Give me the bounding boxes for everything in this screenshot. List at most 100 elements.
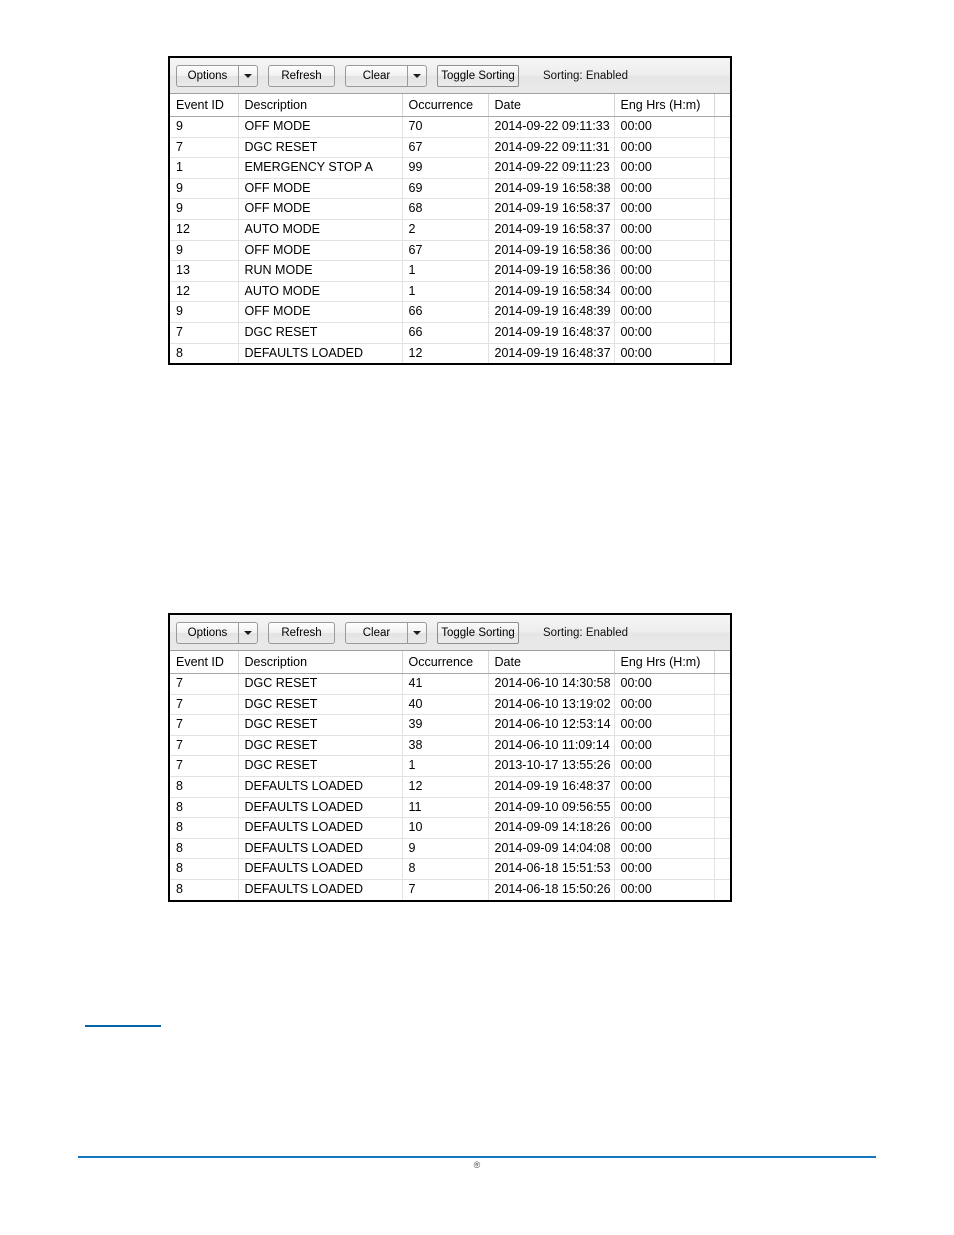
table-row[interactable]: 12 AUTO MODE 1 2014-09-19 16:58:34 00:00 — [170, 281, 730, 303]
table-row[interactable]: 8 DEFAULTS LOADED 7 2014-06-18 15:50:26 00:0… — [170, 879, 730, 900]
cell-description: DEFAULTS LOADED — [238, 797, 403, 819]
cell-eng-hrs: 00:00 — [614, 198, 715, 220]
cell-date: 2014-09-09 14:04:08 — [488, 838, 615, 860]
options-button-1[interactable]: Options — [176, 64, 238, 87]
options-split-button-1[interactable]: Options — [176, 64, 258, 87]
cell-event-id: 9 — [170, 116, 239, 138]
column-header-filler[interactable] — [714, 651, 730, 674]
clear-split-button-2[interactable]: Clear — [345, 621, 427, 644]
cell-event-id: 1 — [170, 157, 239, 179]
options-dropdown-button-2[interactable] — [238, 621, 258, 644]
table-row[interactable]: 8 DEFAULTS LOADED 8 2014-06-18 15:51:53 00:0… — [170, 858, 730, 880]
table-row[interactable]: 7 DGC RESET 66 2014-09-19 16:48:37 00:00 — [170, 322, 730, 344]
cell-eng-hrs: 00:00 — [614, 219, 715, 241]
cell-filler — [714, 714, 730, 736]
cell-description: OFF MODE — [238, 198, 403, 220]
cell-event-id: 7 — [170, 322, 239, 344]
cell-occurrence: 7 — [402, 879, 489, 900]
cell-description: AUTO MODE — [238, 219, 403, 241]
column-header-event-id[interactable]: Event ID — [170, 651, 239, 674]
cell-date: 2014-06-18 15:50:26 — [488, 879, 615, 900]
column-header-eng-hrs[interactable]: Eng Hrs (H:m) — [614, 94, 715, 117]
cell-event-id: 9 — [170, 240, 239, 262]
clear-dropdown-button-2[interactable] — [407, 621, 427, 644]
cell-eng-hrs: 00:00 — [614, 116, 715, 138]
column-header-event-id[interactable]: Event ID — [170, 94, 239, 117]
event-log-toolbar-2: Options Refresh Clear Toggle Sorting Sor… — [170, 615, 730, 651]
options-dropdown-button-1[interactable] — [238, 64, 258, 87]
toggle-sorting-button-1[interactable]: Toggle Sorting — [437, 64, 519, 87]
options-button-2[interactable]: Options — [176, 621, 238, 644]
table-row[interactable]: 8 DEFAULTS LOADED 9 2014-09-09 14:04:08 00:0… — [170, 838, 730, 860]
cell-eng-hrs: 00:00 — [614, 673, 715, 695]
cell-eng-hrs: 00:00 — [614, 735, 715, 757]
table-row[interactable]: 7 DGC RESET 67 2014-09-22 09:11:31 00:00 — [170, 137, 730, 159]
cell-description: DEFAULTS LOADED — [238, 817, 403, 839]
cell-event-id: 7 — [170, 673, 239, 695]
toggle-sorting-button-2[interactable]: Toggle Sorting — [437, 621, 519, 644]
column-header-occurrence[interactable]: Occurrence — [402, 651, 489, 674]
column-header-date[interactable]: Date — [488, 94, 615, 117]
column-header-description[interactable]: Description — [238, 651, 403, 674]
cell-description: OFF MODE — [238, 178, 403, 200]
table-row[interactable]: 8 DEFAULTS LOADED 12 2014-09-19 16:48:37 00:… — [170, 776, 730, 798]
table-row[interactable]: 7 DGC RESET 38 2014-06-10 11:09:14 00:00 — [170, 735, 730, 757]
cell-date: 2014-06-18 15:51:53 — [488, 858, 615, 880]
link-underline-rule[interactable] — [85, 1025, 161, 1027]
cell-eng-hrs: 00:00 — [614, 301, 715, 323]
column-header-eng-hrs[interactable]: Eng Hrs (H:m) — [614, 651, 715, 674]
cell-description: RUN MODE — [238, 260, 403, 282]
column-header-description[interactable]: Description — [238, 94, 403, 117]
table-row[interactable]: 9 OFF MODE 67 2014-09-19 16:58:36 00:00 — [170, 240, 730, 262]
clear-button-1[interactable]: Clear — [345, 64, 407, 87]
table-row[interactable]: 7 DGC RESET 40 2014-06-10 13:19:02 00:00 — [170, 694, 730, 716]
table-row[interactable]: 9 OFF MODE 69 2014-09-19 16:58:38 00:00 — [170, 178, 730, 200]
table-row[interactable]: 1 EMERGENCY STOP A 99 2014-09-22 09:11:23 00… — [170, 157, 730, 179]
cell-occurrence: 12 — [402, 343, 489, 364]
table-row[interactable]: 8 DEFAULTS LOADED 11 2014-09-10 09:56:55 00:… — [170, 797, 730, 819]
table-row[interactable]: 7 DGC RESET 39 2014-06-10 12:53:14 00:00 — [170, 714, 730, 736]
cell-filler — [714, 735, 730, 757]
column-header-occurrence[interactable]: Occurrence — [402, 94, 489, 117]
column-header-filler[interactable] — [714, 94, 730, 117]
cell-occurrence: 69 — [402, 178, 489, 200]
cell-eng-hrs: 00:00 — [614, 714, 715, 736]
table-row[interactable]: 8 DEFAULTS LOADED 10 2014-09-09 14:18:26 00:… — [170, 817, 730, 839]
cell-description: DGC RESET — [238, 714, 403, 736]
cell-filler — [714, 838, 730, 860]
table-row[interactable]: 8 DEFAULTS LOADED 12 2014-09-19 16:48:37 00:… — [170, 343, 730, 364]
clear-button-2[interactable]: Clear — [345, 621, 407, 644]
cell-occurrence: 11 — [402, 797, 489, 819]
cell-date: 2014-06-10 12:53:14 — [488, 714, 615, 736]
table-row[interactable]: 9 OFF MODE 66 2014-09-19 16:48:39 00:00 — [170, 301, 730, 323]
cell-occurrence: 66 — [402, 322, 489, 344]
cell-occurrence: 38 — [402, 735, 489, 757]
options-split-button-2[interactable]: Options — [176, 621, 258, 644]
cell-description: OFF MODE — [238, 240, 403, 262]
cell-filler — [714, 858, 730, 880]
cell-occurrence: 1 — [402, 260, 489, 282]
sorting-status-label-2: Sorting: Enabled — [543, 626, 629, 639]
event-log-table-1: Event ID Description Occurrence Date Eng… — [170, 94, 730, 364]
cell-event-id: 8 — [170, 797, 239, 819]
cell-event-id: 8 — [170, 858, 239, 880]
table-row[interactable]: 9 OFF MODE 68 2014-09-19 16:58:37 00:00 — [170, 198, 730, 220]
cell-event-id: 7 — [170, 755, 239, 777]
cell-event-id: 9 — [170, 301, 239, 323]
table-row[interactable]: 9 OFF MODE 70 2014-09-22 09:11:33 00:00 — [170, 116, 730, 138]
refresh-button-2[interactable]: Refresh — [268, 621, 335, 644]
refresh-button-1[interactable]: Refresh — [268, 64, 335, 87]
cell-eng-hrs: 00:00 — [614, 343, 715, 364]
table-row[interactable]: 13 RUN MODE 1 2014-09-19 16:58:36 00:00 — [170, 260, 730, 282]
table-row[interactable]: 12 AUTO MODE 2 2014-09-19 16:58:37 00:00 — [170, 219, 730, 241]
clear-split-button-1[interactable]: Clear — [345, 64, 427, 87]
clear-dropdown-button-1[interactable] — [407, 64, 427, 87]
column-header-date[interactable]: Date — [488, 651, 615, 674]
cell-eng-hrs: 00:00 — [614, 755, 715, 777]
cell-date: 2014-09-19 16:58:38 — [488, 178, 615, 200]
cell-date: 2014-09-19 16:58:37 — [488, 219, 615, 241]
cell-description: DEFAULTS LOADED — [238, 838, 403, 860]
table-row[interactable]: 7 DGC RESET 1 2013-10-17 13:55:26 00:00 — [170, 755, 730, 777]
table-row[interactable]: 7 DGC RESET 41 2014-06-10 14:30:58 00:00 — [170, 673, 730, 695]
cell-event-id: 8 — [170, 817, 239, 839]
